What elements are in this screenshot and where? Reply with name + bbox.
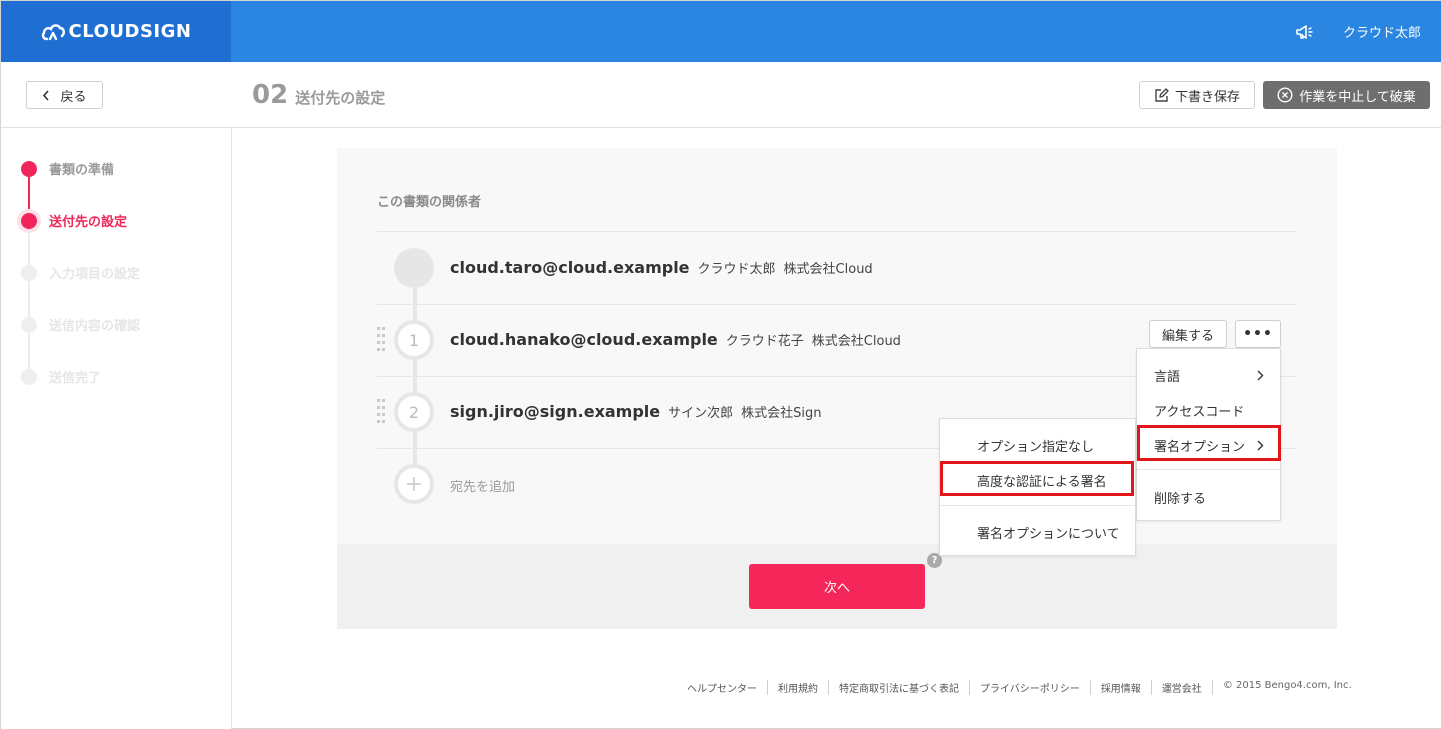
- discard-button[interactable]: 作業を中止して破棄: [1263, 81, 1430, 109]
- divider: [377, 231, 1297, 232]
- discard-label: 作業を中止して破棄: [1299, 89, 1416, 105]
- drag-handle-icon[interactable]: [377, 399, 385, 425]
- step-dot-done: [21, 160, 37, 177]
- footer-link-careers[interactable]: 採用情報: [1091, 680, 1152, 695]
- sidebar-step-label: 書類の準備: [49, 163, 115, 178]
- save-draft-label: 下書き保存: [1174, 89, 1240, 105]
- back-button[interactable]: 戻る: [26, 81, 103, 109]
- add-recipient-icon[interactable]: +: [394, 464, 434, 504]
- section-label: この書類の関係者: [377, 195, 482, 210]
- owner-avatar: [394, 248, 434, 288]
- sidebar-step-confirm: 送信内容の確認: [21, 315, 140, 334]
- footer-link-privacy[interactable]: プライバシーポリシー: [970, 680, 1091, 695]
- sidebar-step-label: 入力項目の設定: [49, 267, 141, 282]
- highlight-advanced-auth: [940, 461, 1134, 496]
- menu-item-language[interactable]: 言語: [1137, 366, 1280, 385]
- step-dot-todo: [21, 316, 37, 333]
- menu-divider: [940, 505, 1135, 506]
- recipient-name: クラウド太郎: [697, 262, 776, 277]
- submenu-item-no-option[interactable]: オプション指定なし: [940, 436, 1135, 455]
- sidebar-step-label: 送付先の設定: [49, 215, 128, 230]
- step-dot-todo: [21, 264, 37, 281]
- sidebar-step-label: 送信完了: [49, 371, 102, 386]
- more-options-button[interactable]: •••: [1235, 320, 1281, 348]
- divider: [377, 304, 1297, 305]
- step-sidebar: 書類の準備 送付先の設定 入力項目の設定 送信内容の確認 送信完了: [1, 128, 232, 729]
- recipient-email: cloud.taro@cloud.example: [450, 258, 690, 277]
- footer-link-terms[interactable]: 利用規約: [768, 680, 829, 695]
- recipient-company: 株式会社Cloud: [811, 334, 901, 349]
- step-dot-todo: [21, 368, 37, 385]
- add-recipient-link[interactable]: 宛先を追加: [450, 476, 515, 495]
- sidebar-step-prepare[interactable]: 書類の準備: [21, 159, 114, 178]
- footer-link-help[interactable]: ヘルプセンター: [687, 680, 768, 695]
- close-circle-icon: [1277, 87, 1293, 103]
- submenu-item-about-options[interactable]: 署名オプションについて: [940, 523, 1135, 542]
- edit-icon: [1155, 87, 1169, 102]
- sub-header: 戻る 02 送付先の設定 下書き保存 作業を中止して破棄: [1, 62, 1441, 128]
- step-dot-current: [21, 212, 37, 229]
- recipient-company: 株式会社Cloud: [783, 262, 873, 277]
- sidebar-step-fields: 入力項目の設定: [21, 263, 140, 282]
- back-label: 戻る: [60, 89, 87, 105]
- sidebar-step-complete: 送信完了: [21, 367, 101, 386]
- recipient-name: サイン次郎: [668, 406, 734, 421]
- highlight-sign-options: [1137, 425, 1281, 461]
- menu-divider: [1137, 469, 1280, 470]
- user-name[interactable]: クラウド太郎: [1343, 22, 1421, 41]
- footer-link-company[interactable]: 運営会社: [1152, 680, 1213, 695]
- recipient-connector-line: [413, 288, 417, 488]
- footer-copyright: © 2015 Bengo4.com, Inc.: [1222, 680, 1352, 691]
- brand-logo[interactable]: CLOUDSIGN: [1, 1, 231, 62]
- recipient-order-badge: 1: [394, 320, 434, 360]
- recipient-row: sign.jiro@sign.example サイン次郎 株式会社Sign: [450, 402, 822, 421]
- cloud-logo-icon: [41, 23, 65, 40]
- megaphone-icon[interactable]: [1295, 24, 1313, 40]
- chevron-right-icon: [1257, 370, 1264, 381]
- recipient-order-badge: 2: [394, 392, 434, 432]
- recipient-name: クラウド花子: [725, 334, 804, 349]
- step-title: 送付先の設定: [295, 89, 386, 107]
- recipient-row-owner: cloud.taro@cloud.example クラウド太郎 株式会社Clou…: [450, 258, 873, 277]
- menu-item-delete[interactable]: 削除する: [1137, 488, 1280, 507]
- footer-link-commerce[interactable]: 特定商取引法に基づく表記: [829, 680, 970, 695]
- recipient-email: sign.jiro@sign.example: [450, 402, 661, 421]
- save-draft-button[interactable]: 下書き保存: [1139, 81, 1255, 109]
- edit-recipient-button[interactable]: 編集する: [1149, 320, 1227, 348]
- menu-item-access-code[interactable]: アクセスコード: [1137, 401, 1280, 420]
- recipient-email: cloud.hanako@cloud.example: [450, 330, 718, 349]
- sidebar-step-recipients[interactable]: 送付先の設定: [21, 211, 127, 230]
- next-button[interactable]: 次へ: [749, 564, 925, 609]
- drag-handle-icon[interactable]: [377, 327, 385, 353]
- progress-line: [28, 220, 30, 376]
- recipient-row: cloud.hanako@cloud.example クラウド花子 株式会社Cl…: [450, 330, 901, 349]
- page-footer: ヘルプセンター 利用規約 特定商取引法に基づく表記 プライバシーポリシー 採用情…: [687, 680, 1352, 695]
- sidebar-step-label: 送信内容の確認: [49, 319, 141, 334]
- chevron-left-icon: [43, 89, 50, 101]
- brand-name: CLOUDSIGN: [68, 21, 192, 42]
- top-bar: CLOUDSIGN クラウド太郎: [1, 1, 1441, 62]
- recipient-company: 株式会社Sign: [741, 406, 822, 421]
- page-title: 02 送付先の設定: [252, 80, 385, 110]
- step-number: 02: [252, 80, 289, 110]
